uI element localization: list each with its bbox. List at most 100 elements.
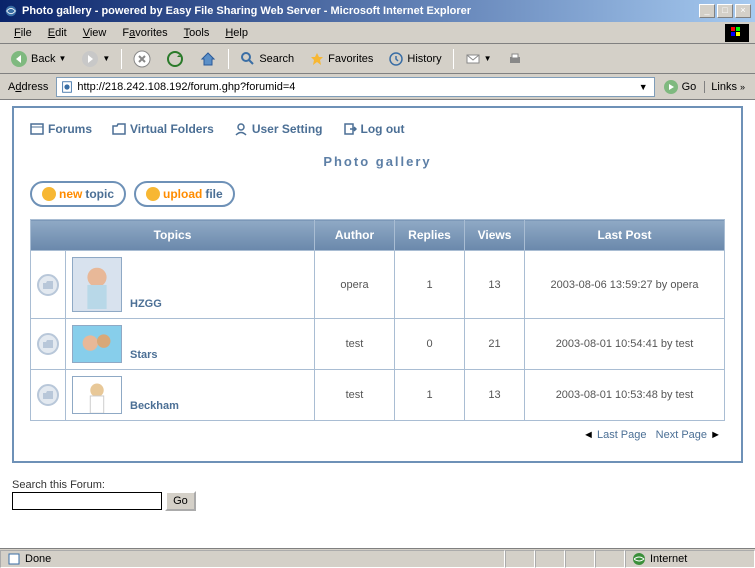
cell-lastpost: 2003-08-06 13:59:27 by opera — [525, 251, 725, 319]
page-prev-icon: ◄ — [583, 429, 594, 441]
status-pane — [535, 550, 565, 568]
search-button[interactable]: Search — [234, 47, 300, 71]
back-label: Back — [31, 53, 55, 65]
table-row: HZGG opera 1 13 2003-08-06 13:59:27 by o… — [31, 251, 725, 319]
nav-virtual-folders[interactable]: Virtual Folders — [112, 122, 214, 136]
next-page-link[interactable]: Next Page — [656, 429, 707, 441]
topic-link[interactable]: Stars — [130, 349, 158, 363]
new-topic-button[interactable]: newtopic — [30, 181, 126, 207]
search-go-button[interactable]: Go — [165, 491, 196, 511]
cell-views: 21 — [465, 319, 525, 370]
topic-link[interactable]: Beckham — [130, 400, 179, 414]
address-input-wrapper[interactable]: ▼ — [56, 77, 654, 97]
search-forum: Search this Forum: Go — [12, 479, 743, 511]
topic-status-icon — [37, 333, 59, 355]
address-dropdown-icon[interactable]: ▼ — [636, 82, 651, 92]
topics-table: Topics Author Replies Views Last Post HZ… — [30, 219, 725, 421]
menu-edit[interactable]: Edit — [40, 25, 75, 41]
ie-icon — [4, 4, 18, 18]
favorites-button[interactable]: Favorites — [303, 47, 379, 71]
topic-thumbnail[interactable] — [72, 325, 122, 363]
menu-view[interactable]: View — [75, 25, 115, 41]
new-topic-icon — [42, 187, 56, 201]
cell-views: 13 — [465, 251, 525, 319]
menu-tools[interactable]: Tools — [176, 25, 218, 41]
nav-forums[interactable]: Forums — [30, 122, 92, 136]
links-label: Links — [711, 81, 737, 93]
mail-dropdown-icon[interactable]: ▼ — [484, 54, 492, 63]
status-text: Done — [25, 553, 51, 565]
zone-text: Internet — [650, 553, 687, 565]
col-views: Views — [465, 220, 525, 251]
cell-replies: 0 — [395, 319, 465, 370]
nav-logout[interactable]: Log out — [343, 122, 405, 136]
forward-button[interactable]: ▼ — [75, 46, 116, 72]
cell-replies: 1 — [395, 251, 465, 319]
favorites-label: Favorites — [328, 53, 373, 65]
go-icon — [663, 79, 679, 95]
status-main: Done — [0, 550, 505, 568]
topic-status-icon — [37, 274, 59, 296]
upload-file-button[interactable]: uploadfile — [134, 181, 235, 207]
content-pane: Forums Virtual Folders User Setting Log … — [0, 100, 755, 548]
address-input[interactable] — [77, 81, 632, 93]
col-topics: Topics — [31, 220, 315, 251]
refresh-button[interactable] — [160, 46, 190, 72]
col-lastpost: Last Post — [525, 220, 725, 251]
forums-icon — [30, 122, 44, 136]
refresh-icon — [166, 50, 184, 68]
address-label: Address — [4, 81, 52, 93]
col-author: Author — [315, 220, 395, 251]
toolbar-separator — [228, 49, 229, 69]
topic-status-icon — [37, 384, 59, 406]
address-bar: Address ▼ Go Links » — [0, 74, 755, 100]
print-icon — [507, 51, 523, 67]
menu-file[interactable]: File — [6, 25, 40, 41]
topic-thumbnail[interactable] — [72, 257, 122, 312]
cell-lastpost: 2003-08-01 10:53:48 by test — [525, 370, 725, 421]
last-page-link[interactable]: Last Page — [597, 429, 647, 441]
nav-user-setting[interactable]: User Setting — [234, 122, 323, 136]
history-button[interactable]: History — [382, 47, 447, 71]
back-dropdown-icon[interactable]: ▼ — [58, 54, 66, 63]
forum-nav: Forums Virtual Folders User Setting Log … — [30, 118, 725, 146]
forward-icon — [81, 50, 99, 68]
home-button[interactable] — [193, 46, 223, 72]
window-titlebar: Photo gallery - powered by Easy File Sha… — [0, 0, 755, 22]
logout-icon — [343, 122, 357, 136]
go-button[interactable]: Go — [659, 77, 701, 97]
close-button[interactable]: × — [735, 4, 751, 18]
cell-author: test — [315, 370, 395, 421]
status-pane — [565, 550, 595, 568]
table-row: Beckham test 1 13 2003-08-01 10:53:48 by… — [31, 370, 725, 421]
favorites-icon — [309, 51, 325, 67]
page-title: Photo gallery — [30, 154, 725, 169]
toolbar-separator — [121, 49, 122, 69]
menu-favorites[interactable]: Favorites — [114, 25, 175, 41]
print-button[interactable] — [501, 47, 529, 71]
topic-thumbnail[interactable] — [72, 376, 122, 414]
page-icon — [60, 80, 74, 94]
upload-file-icon — [146, 187, 160, 201]
cell-replies: 1 — [395, 370, 465, 421]
stop-button[interactable] — [127, 46, 157, 72]
search-input[interactable] — [12, 492, 162, 510]
minimize-button[interactable]: _ — [699, 4, 715, 18]
maximize-button[interactable]: □ — [717, 4, 733, 18]
links-bar[interactable]: Links » — [704, 81, 751, 93]
status-zone: Internet — [625, 550, 755, 568]
back-icon — [10, 50, 28, 68]
home-icon — [199, 50, 217, 68]
mail-icon — [465, 51, 481, 67]
menu-help[interactable]: Help — [217, 25, 256, 41]
search-label: Search this Forum: — [12, 479, 743, 491]
col-replies: Replies — [395, 220, 465, 251]
mail-button[interactable]: ▼ — [459, 47, 498, 71]
status-pane — [595, 550, 625, 568]
history-icon — [388, 51, 404, 67]
forward-dropdown-icon[interactable]: ▼ — [102, 54, 110, 63]
back-button[interactable]: Back ▼ — [4, 46, 72, 72]
search-icon — [240, 51, 256, 67]
ie-logo — [725, 24, 749, 42]
topic-link[interactable]: HZGG — [130, 298, 162, 312]
